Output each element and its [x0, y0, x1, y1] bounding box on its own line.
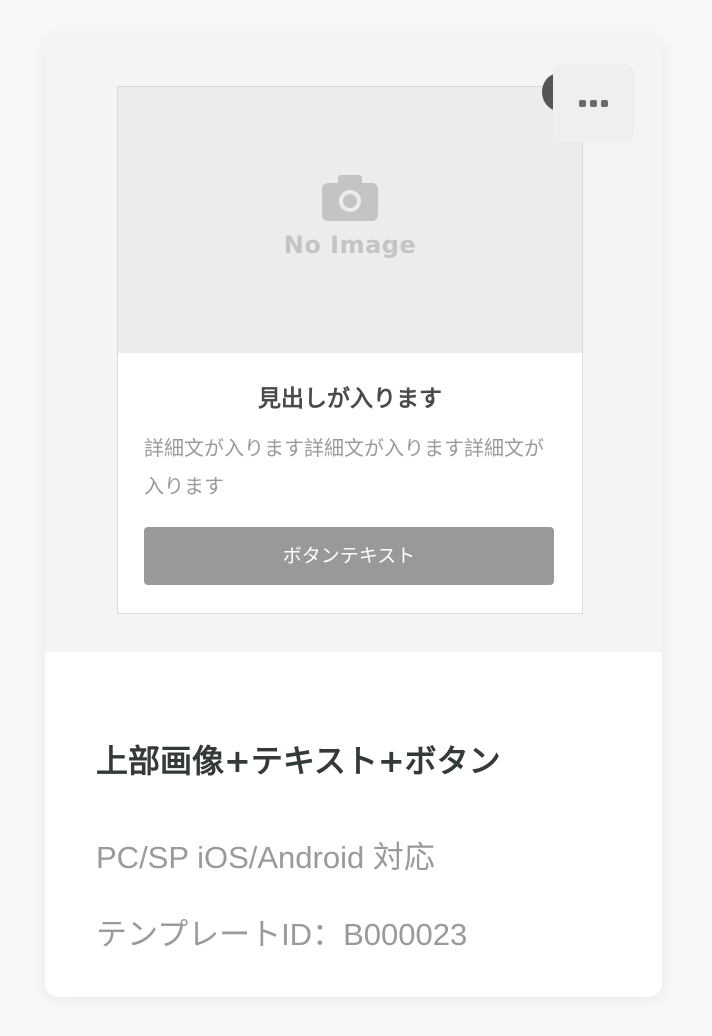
no-image-label: No Image: [283, 231, 417, 259]
more-horizontal-icon-dot: [601, 99, 608, 107]
platform-support-text: PC/SP iOS/Android 対応: [96, 840, 435, 875]
template-title: 上部画像+テキスト+ボタン: [96, 742, 501, 780]
camera-icon: [322, 175, 378, 221]
template-info: 上部画像+テキスト+ボタン PC/SP iOS/Android 対応 テンプレー…: [45, 652, 662, 997]
preview-heading: 見出しが入ります: [258, 386, 442, 412]
template-card[interactable]: No Image 見出しが入ります 詳細文が入ります詳細文が入ります詳細文が入り…: [45, 35, 662, 997]
preview-cta-button: ボタンテキスト: [144, 527, 554, 585]
template-id-text: テンプレートID：B000023: [96, 917, 468, 952]
preview-content-card: No Image 見出しが入ります 詳細文が入ります詳細文が入ります詳細文が入り…: [117, 86, 583, 614]
template-preview[interactable]: No Image 見出しが入ります 詳細文が入ります詳細文が入ります詳細文が入り…: [45, 35, 662, 652]
image-placeholder: No Image: [118, 87, 582, 353]
more-horizontal-icon: [579, 99, 586, 107]
more-options-button[interactable]: [553, 63, 634, 143]
more-horizontal-icon-dot: [590, 99, 597, 107]
preview-description: 詳細文が入ります詳細文が入ります詳細文が入ります: [144, 436, 544, 498]
